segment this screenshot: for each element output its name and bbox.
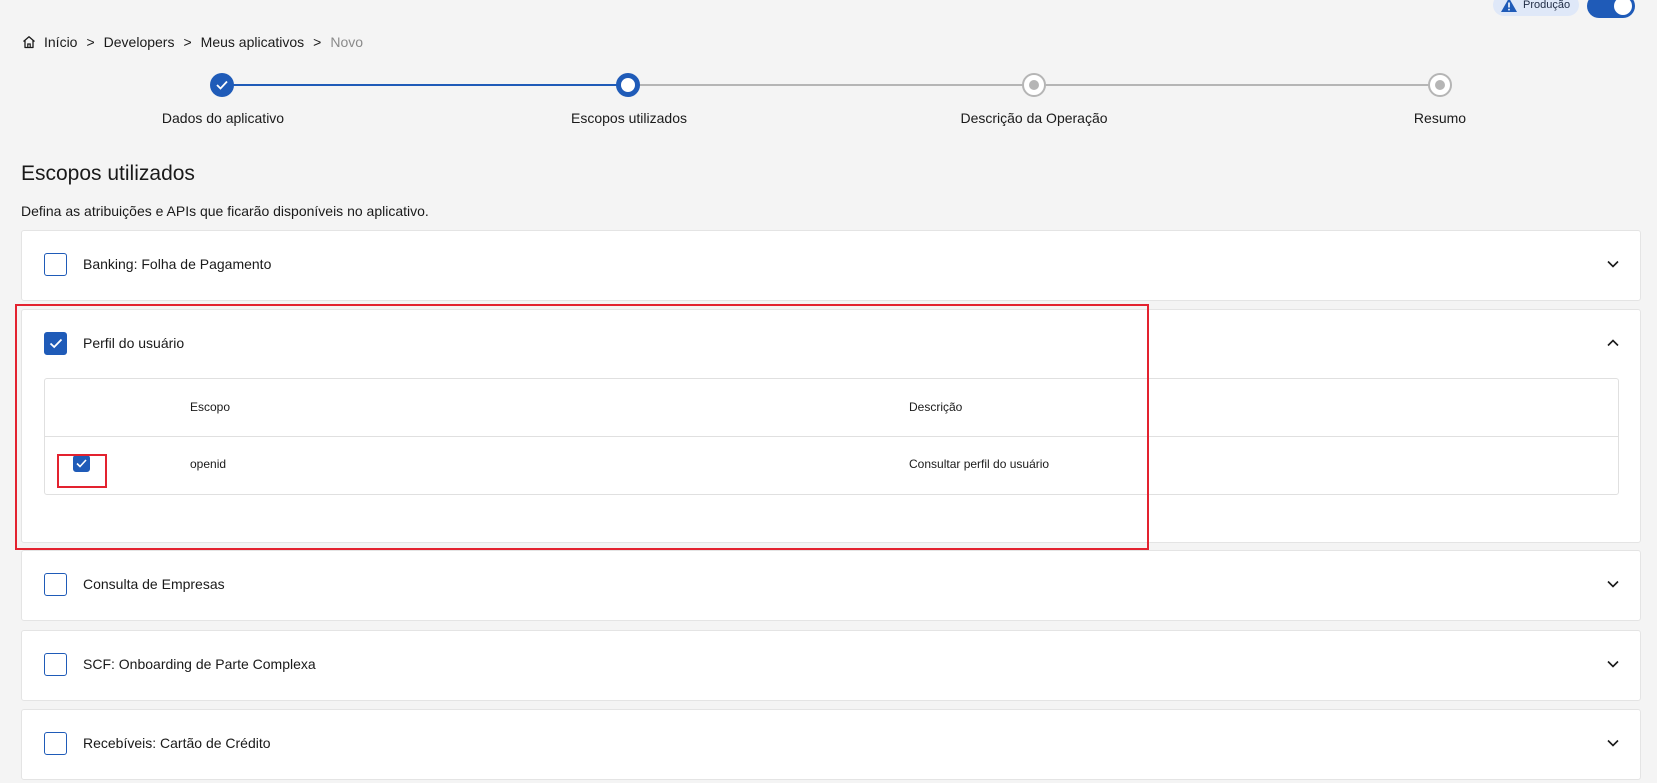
scope-title: SCF: Onboarding de Parte Complexa: [83, 656, 316, 672]
home-icon[interactable]: [22, 35, 36, 49]
step-3-indicator: [1022, 73, 1046, 97]
scope-panel-scf: SCF: Onboarding de Parte Complexa: [21, 630, 1641, 701]
scope-title: Banking: Folha de Pagamento: [83, 256, 272, 272]
step-3-label: Descrição da Operação: [960, 110, 1108, 126]
scope-title: Consulta de Empresas: [83, 576, 225, 592]
chevron-up-icon[interactable]: [1606, 336, 1620, 350]
environment-badge: Produção: [1493, 0, 1579, 16]
scope-table-header: Escopo Descrição: [45, 379, 1618, 437]
page-subtitle: Defina as atribuições e APIs que ficarão…: [21, 203, 429, 219]
toggle-knob: [1614, 0, 1632, 15]
scope-checkbox[interactable]: [44, 253, 67, 276]
scope-description: Consultar perfil do usuário: [909, 457, 1050, 471]
scope-panel-header[interactable]: Consulta de Empresas: [22, 551, 1640, 619]
environment-toggle[interactable]: [1587, 0, 1635, 18]
scope-checkbox[interactable]: [44, 332, 67, 355]
row-checkbox[interactable]: [73, 455, 90, 472]
breadcrumb-separator: >: [313, 34, 322, 50]
chevron-down-icon[interactable]: [1606, 257, 1620, 271]
scope-checkbox[interactable]: [44, 653, 67, 676]
breadcrumb-separator: >: [86, 34, 95, 50]
scope-panel-consulta-empresas: Consulta de Empresas: [21, 550, 1641, 621]
step-2-label: Escopos utilizados: [571, 110, 687, 126]
scope-panel-banking: Banking: Folha de Pagamento: [21, 230, 1641, 301]
progress-stepper: Dados do aplicativo Escopos utilizados D…: [0, 72, 1657, 132]
step-2-indicator: [616, 73, 640, 97]
column-header-descricao: Descrição: [909, 400, 963, 414]
scope-panel-header[interactable]: SCF: Onboarding de Parte Complexa: [22, 631, 1640, 699]
scope-panel-recebiveis: Recebíveis: Cartão de Crédito: [21, 709, 1641, 780]
column-header-escopo: Escopo: [190, 400, 231, 414]
scope-checkbox[interactable]: [44, 573, 67, 596]
chevron-down-icon[interactable]: [1606, 577, 1620, 591]
breadcrumb: Início > Developers > Meus aplicativos >…: [22, 33, 363, 51]
scope-panel-perfil: Perfil do usuário Escopo Descrição openi…: [21, 309, 1641, 543]
scope-panel-header[interactable]: Banking: Folha de Pagamento: [22, 231, 1640, 299]
scope-table: Escopo Descrição openid Consultar perfil…: [44, 378, 1619, 495]
warning-icon: [1501, 0, 1517, 12]
check-icon: [49, 338, 62, 349]
step-1-check-icon: [210, 73, 234, 97]
chevron-down-icon[interactable]: [1606, 657, 1620, 671]
scope-title: Recebíveis: Cartão de Crédito: [83, 735, 271, 751]
breadcrumb-developers[interactable]: Developers: [104, 34, 175, 50]
check-icon: [76, 459, 87, 468]
step-4-label: Resumo: [1413, 110, 1467, 126]
page-title: Escopos utilizados: [21, 162, 195, 185]
scope-name: openid: [190, 457, 227, 471]
stepper-line-completed: [222, 84, 628, 86]
environment-label: Produção: [1523, 0, 1571, 11]
breadcrumb-current: Novo: [330, 34, 364, 50]
step-1-label: Dados do aplicativo: [161, 110, 285, 126]
breadcrumb-inicio[interactable]: Início: [44, 34, 77, 50]
scope-title: Perfil do usuário: [83, 335, 185, 351]
scope-panel-header[interactable]: Recebíveis: Cartão de Crédito: [22, 710, 1640, 778]
scope-panel-header[interactable]: Perfil do usuário: [22, 310, 1640, 378]
breadcrumb-meus-aplicativos[interactable]: Meus aplicativos: [201, 34, 305, 50]
table-row: openid Consultar perfil do usuário: [45, 436, 1618, 494]
breadcrumb-separator: >: [183, 34, 192, 50]
step-4-indicator: [1428, 73, 1452, 97]
chevron-down-icon[interactable]: [1606, 736, 1620, 750]
scope-checkbox[interactable]: [44, 732, 67, 755]
